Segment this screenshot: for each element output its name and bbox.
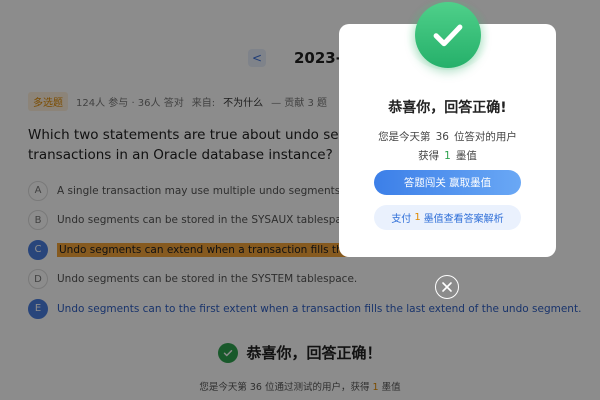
view-analysis-button[interactable]: 支付 1 墨值查看答案解析 — [374, 205, 521, 230]
modal-title: 恭喜你，回答正确! — [388, 100, 507, 116]
reward-unit: 墨值 — [455, 150, 477, 162]
pay-label: 支付 — [391, 214, 412, 225]
pay-suffix: 墨值查看答案解析 — [423, 214, 504, 225]
challenge-button[interactable]: 答题闯关 赢取墨值 — [374, 170, 521, 195]
rank-suffix: 位答对的用户 — [453, 131, 517, 143]
close-icon[interactable] — [435, 275, 459, 299]
pay-amount: 1 — [414, 212, 421, 223]
reward-prefix: 获得 — [418, 150, 440, 162]
rank-number: 36 — [435, 131, 449, 143]
modal-rank-text: 您是今天第 36 位答对的用户 — [339, 129, 556, 144]
check-icon — [415, 2, 481, 68]
reward-number: 1 — [444, 150, 451, 162]
modal-reward-text: 获得 1 墨值 — [339, 148, 556, 163]
rank-prefix: 您是今天第 — [378, 131, 431, 143]
